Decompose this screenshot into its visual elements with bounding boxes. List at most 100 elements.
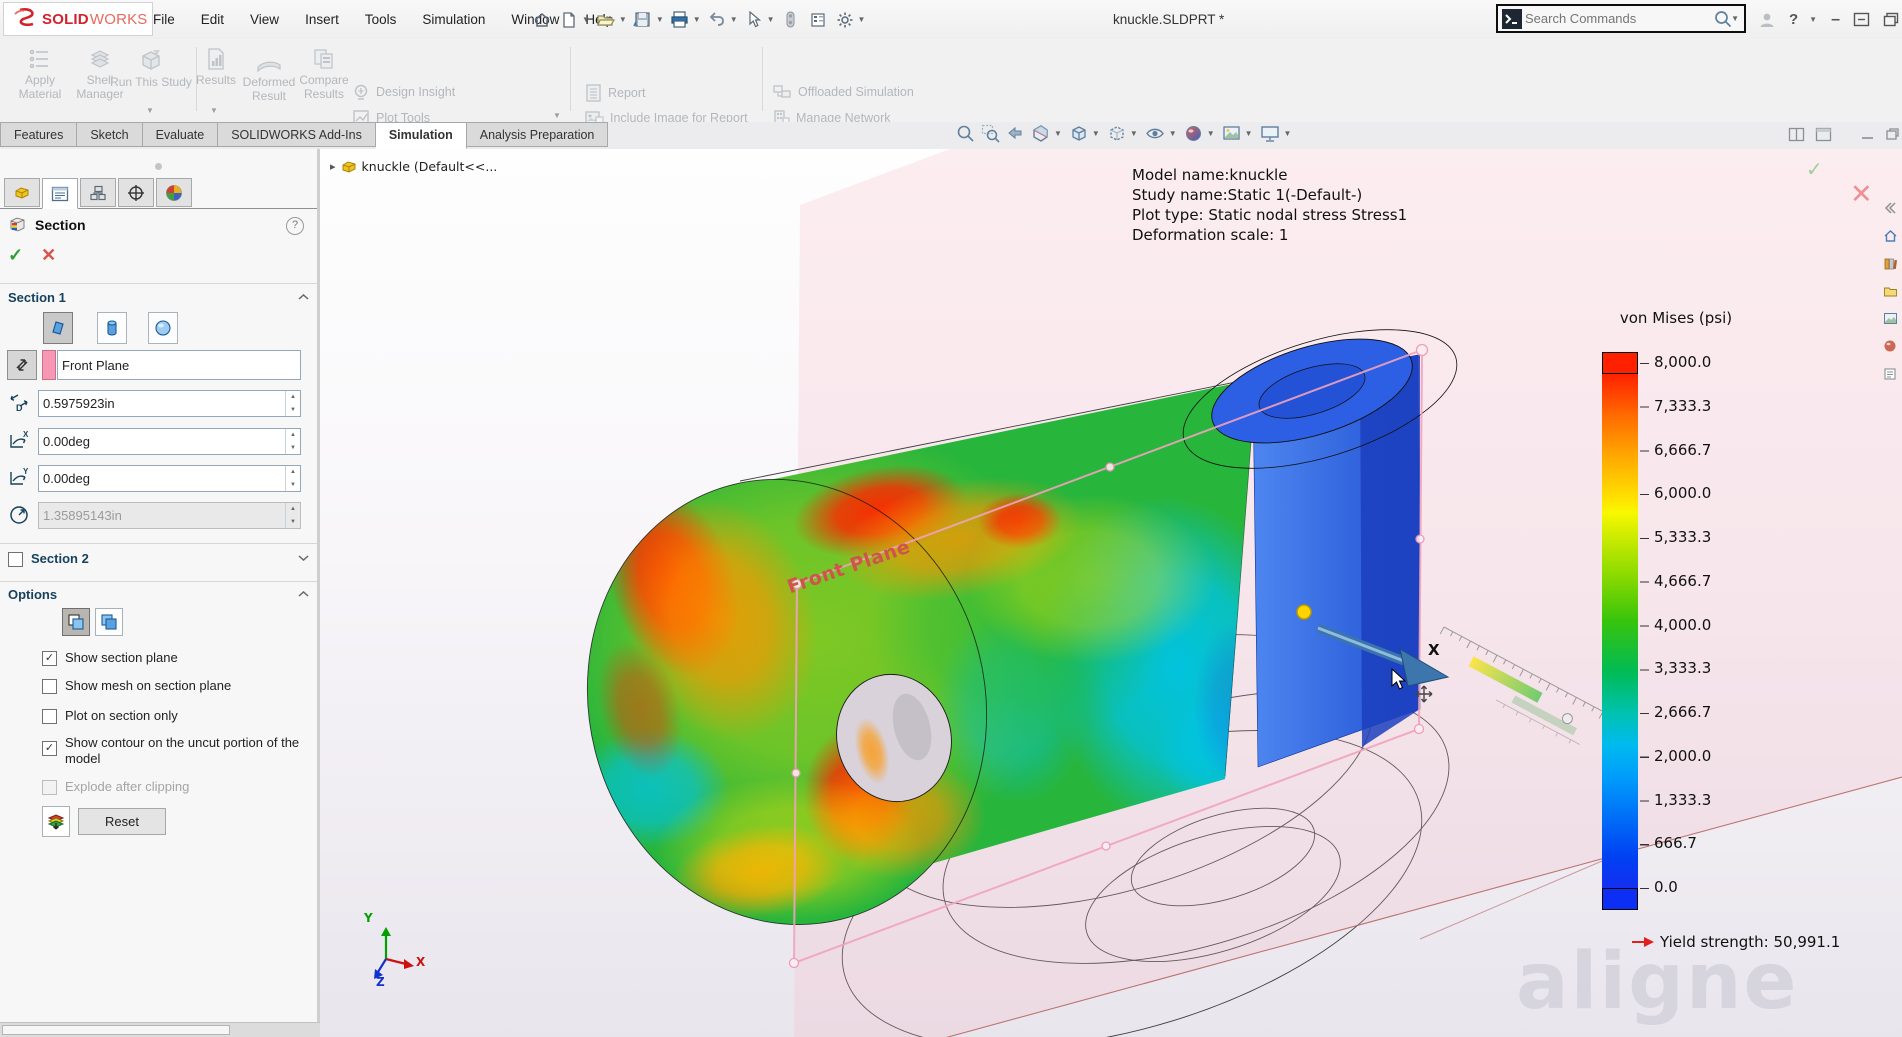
ok-button[interactable]: ✓: [8, 245, 23, 266]
zoom-to-fit-icon[interactable]: [956, 124, 975, 143]
tree-expander-icon[interactable]: ▸: [330, 160, 336, 173]
show-contour-checkbox[interactable]: ✓: [42, 741, 57, 756]
restore-window-icon[interactable]: [1853, 12, 1870, 27]
hide-show-caret-icon[interactable]: ▼: [1169, 129, 1177, 138]
menu-simulation[interactable]: Simulation: [409, 12, 498, 27]
display-style-icon[interactable]: [1107, 124, 1126, 143]
search-caret-icon[interactable]: ▼: [1731, 14, 1739, 23]
help-caret-icon[interactable]: ▼: [1809, 15, 1817, 24]
apply-scene-caret-icon[interactable]: ▼: [1245, 129, 1253, 138]
y-rotation-spinner[interactable]: ▲▼: [285, 466, 300, 491]
apply-scene-icon[interactable]: [1222, 124, 1241, 143]
tab-evaluate[interactable]: Evaluate: [143, 122, 219, 147]
tab-configuration-manager[interactable]: [80, 178, 116, 207]
view-settings-icon[interactable]: [1260, 125, 1280, 143]
maximize-window-icon[interactable]: [1883, 12, 1899, 27]
user-account-icon[interactable]: [1758, 11, 1776, 29]
breadcrumb[interactable]: ▸ knuckle (Default<<...: [330, 159, 497, 174]
union-zone-button[interactable]: [95, 608, 123, 636]
undo-icon[interactable]: [705, 8, 729, 32]
section-view-caret-icon[interactable]: ▼: [1054, 129, 1062, 138]
edit-appearance-icon[interactable]: [1184, 124, 1203, 143]
cylindrical-section-button[interactable]: [97, 312, 127, 344]
plot-on-section-checkbox[interactable]: [42, 709, 57, 724]
panel-help-icon[interactable]: ?: [286, 217, 304, 235]
tab-features[interactable]: Features: [0, 122, 77, 147]
drag-origin-point[interactable]: [1297, 605, 1311, 619]
open-caret-icon[interactable]: ▼: [619, 15, 627, 24]
minimize-pane-icon[interactable]: [1860, 127, 1875, 142]
minimize-button[interactable]: –: [1831, 11, 1840, 29]
planar-section-button[interactable]: [43, 312, 73, 344]
options-gear-icon[interactable]: [833, 8, 857, 32]
panel-grip-handle[interactable]: [155, 163, 162, 170]
confirmation-ok-icon[interactable]: ✓: [1806, 157, 1823, 181]
tab-simulation[interactable]: Simulation: [376, 122, 467, 149]
print-icon[interactable]: [668, 8, 692, 32]
help-icon[interactable]: ?: [1789, 11, 1798, 28]
scrollbar-thumb[interactable]: [2, 1025, 230, 1035]
offset-distance-input[interactable]: [39, 391, 285, 416]
reset-button[interactable]: Reset: [78, 808, 166, 835]
collapse-chevron-icon[interactable]: [298, 293, 309, 301]
tab-feature-manager[interactable]: [4, 178, 40, 207]
y-rotation-input[interactable]: [39, 466, 285, 491]
file-explorer-icon[interactable]: [1883, 285, 1898, 298]
print-caret-icon[interactable]: ▼: [693, 15, 701, 24]
appearances-icon[interactable]: [1883, 339, 1897, 353]
reference-plane-input[interactable]: [58, 351, 300, 379]
expand-task-pane-icon[interactable]: [1883, 201, 1897, 215]
panel-horizontal-scrollbar[interactable]: [0, 1022, 320, 1037]
restore-pane-icon[interactable]: [1885, 127, 1900, 142]
view-orientation-icon[interactable]: [1069, 124, 1088, 143]
tab-dimxpert-manager[interactable]: [118, 178, 154, 207]
hide-show-items-icon[interactable]: [1145, 124, 1165, 143]
rebuild-icon[interactable]: [779, 8, 803, 32]
show-section-plane-checkbox[interactable]: ✓: [42, 651, 57, 666]
single-pane-icon[interactable]: [1815, 127, 1832, 142]
resources-icon[interactable]: [1883, 229, 1898, 243]
display-style-caret-icon[interactable]: ▼: [1130, 129, 1138, 138]
confirmation-cancel-icon[interactable]: ✕: [1850, 179, 1873, 210]
previous-view-icon[interactable]: [1006, 124, 1025, 143]
save-caret-icon[interactable]: ▼: [656, 15, 664, 24]
zoom-to-area-icon[interactable]: [981, 124, 1000, 143]
undo-caret-icon[interactable]: ▼: [730, 15, 738, 24]
edit-appearance-caret-icon[interactable]: ▼: [1207, 129, 1215, 138]
menu-tools[interactable]: Tools: [352, 12, 410, 27]
gear-caret-icon[interactable]: ▼: [858, 15, 866, 24]
collapse-chevron-icon[interactable]: [298, 590, 309, 598]
section1-group-header[interactable]: Section 1: [8, 290, 66, 305]
spherical-section-button[interactable]: [148, 312, 178, 344]
new-doc-caret-icon[interactable]: ▼: [582, 15, 590, 24]
graphics-area[interactable]: ▸ knuckle (Default<<... Model name:knuck…: [320, 149, 1902, 1037]
new-document-icon[interactable]: [557, 8, 581, 32]
cancel-button[interactable]: ✕: [41, 245, 56, 266]
breadcrumb-label[interactable]: knuckle (Default<<...: [362, 159, 498, 174]
search-magnifier-icon[interactable]: [1713, 9, 1733, 29]
section-view-icon[interactable]: [1031, 124, 1050, 143]
tab-analysis-preparation[interactable]: Analysis Preparation: [467, 122, 609, 147]
x-rotation-spinner[interactable]: ▲▼: [285, 429, 300, 454]
split-pane-icon[interactable]: [1788, 127, 1805, 142]
menu-file[interactable]: File: [140, 12, 188, 27]
offset-spinner[interactable]: ▲▼: [285, 391, 300, 416]
tab-display-manager[interactable]: [156, 178, 192, 207]
file-properties-icon[interactable]: [806, 8, 830, 32]
tab-solidworks-add-ins[interactable]: SOLIDWORKS Add-Ins: [218, 122, 376, 147]
menu-view[interactable]: View: [237, 12, 292, 27]
view-orientation-caret-icon[interactable]: ▼: [1092, 129, 1100, 138]
show-mesh-checkbox[interactable]: [42, 679, 57, 694]
section2-group-header[interactable]: Section 2: [31, 551, 89, 567]
tab-property-manager[interactable]: [42, 178, 78, 209]
custom-properties-icon[interactable]: [1883, 367, 1897, 381]
select-cursor-icon[interactable]: [742, 8, 766, 32]
tab-sketch[interactable]: Sketch: [77, 122, 142, 147]
search-input[interactable]: [1523, 10, 1713, 27]
options-group-header[interactable]: Options: [8, 587, 57, 602]
view-palette-icon[interactable]: [1883, 312, 1898, 325]
design-library-icon[interactable]: [1883, 257, 1898, 271]
home-icon[interactable]: [530, 8, 554, 32]
menu-insert[interactable]: Insert: [292, 12, 352, 27]
intersection-zone-button[interactable]: [62, 608, 90, 636]
